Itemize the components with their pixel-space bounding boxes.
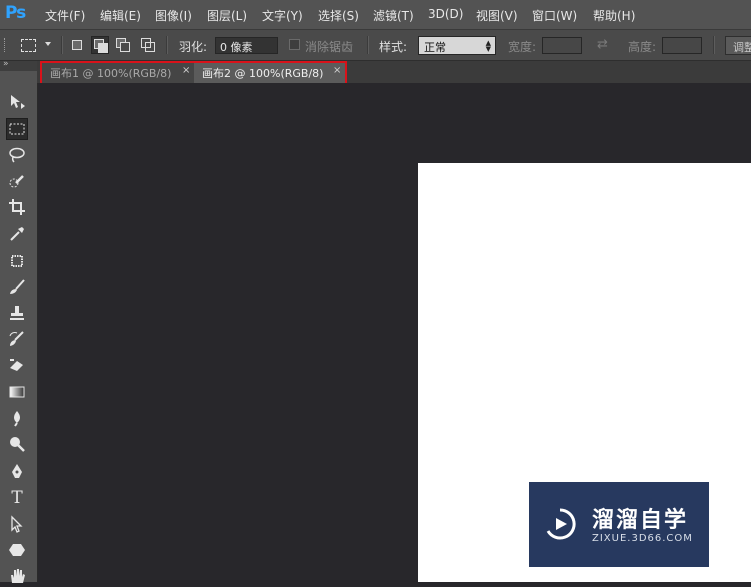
menu-type[interactable]: 文字(Y) bbox=[262, 7, 303, 24]
healing-brush-icon bbox=[11, 255, 23, 267]
divider bbox=[713, 36, 715, 54]
pen-tool[interactable] bbox=[6, 461, 28, 483]
gradient-icon bbox=[9, 386, 25, 398]
eraser-tool[interactable] bbox=[6, 354, 28, 376]
intersect-selection-button[interactable] bbox=[139, 36, 157, 54]
toolbox-header: » bbox=[0, 59, 37, 71]
tool-preset-picker[interactable] bbox=[18, 36, 54, 54]
menu-bar: Ps 文件(F) 编辑(E) 图像(I) 图层(L) 文字(Y) 选择(S) 滤… bbox=[0, 0, 751, 30]
width-label: 宽度: bbox=[508, 40, 537, 54]
refine-edge-button[interactable]: 调整 bbox=[725, 36, 751, 55]
play-logo-icon bbox=[546, 508, 576, 540]
history-brush-tool[interactable] bbox=[6, 328, 28, 350]
type-tool-icon: T bbox=[11, 488, 23, 508]
subtract-from-selection-button[interactable] bbox=[114, 36, 132, 54]
menu-filter[interactable]: 滤镜(T) bbox=[373, 7, 414, 24]
style-select-value: 正常 bbox=[424, 41, 446, 54]
brush-icon bbox=[10, 279, 25, 294]
options-bar: 羽化: 0 像素 消除锯齿 样式: 正常 ▲ ▼ 宽度: ⇄ 高度: 调整 bbox=[0, 30, 751, 61]
history-brush-icon bbox=[9, 331, 24, 346]
clone-stamp-icon bbox=[10, 306, 24, 320]
quick-selection-icon bbox=[9, 175, 24, 188]
type-tool[interactable]: T bbox=[6, 487, 28, 509]
clone-stamp-tool[interactable] bbox=[6, 302, 28, 324]
watermark-title: 溜溜自学 bbox=[592, 508, 689, 533]
menu-image[interactable]: 图像(I) bbox=[155, 7, 192, 24]
tabs-highlight-box bbox=[40, 61, 347, 85]
eyedropper-icon bbox=[10, 227, 24, 241]
quick-selection-tool[interactable] bbox=[6, 171, 28, 193]
crop-tool-icon bbox=[9, 199, 25, 215]
path-selection-icon bbox=[11, 515, 23, 533]
dodge-tool[interactable] bbox=[6, 433, 28, 455]
menu-view[interactable]: 视图(V) bbox=[476, 7, 518, 24]
antialias-checkbox[interactable] bbox=[289, 39, 300, 50]
menu-window[interactable]: 窗口(W) bbox=[532, 7, 577, 24]
rect-marquee-tool-icon bbox=[9, 123, 25, 135]
style-label: 样式: bbox=[379, 40, 408, 54]
crop-tool[interactable] bbox=[6, 196, 28, 218]
select-arrows-icon: ▲ ▼ bbox=[485, 39, 491, 53]
options-grip[interactable] bbox=[4, 38, 7, 52]
style-select[interactable]: 正常 ▲ ▼ bbox=[418, 36, 496, 55]
feather-input[interactable]: 0 像素 bbox=[215, 37, 278, 54]
chevron-down-icon bbox=[45, 42, 51, 46]
gradient-tool[interactable] bbox=[6, 381, 28, 403]
new-selection-icon bbox=[72, 40, 82, 50]
hand-tool[interactable] bbox=[6, 565, 28, 587]
new-selection-button[interactable] bbox=[68, 36, 86, 54]
height-label: 高度: bbox=[628, 40, 657, 54]
feather-label: 羽化: bbox=[179, 40, 208, 54]
menu-edit[interactable]: 编辑(E) bbox=[100, 7, 141, 24]
collapse-icon[interactable]: » bbox=[3, 59, 8, 69]
blur-tool[interactable] bbox=[6, 407, 28, 429]
toolbox: T bbox=[0, 71, 38, 583]
path-selection-tool[interactable] bbox=[6, 513, 28, 535]
move-tool-icon bbox=[11, 95, 25, 109]
blur-icon bbox=[14, 411, 20, 427]
menu-file[interactable]: 文件(F) bbox=[45, 7, 85, 24]
spot-healing-tool[interactable] bbox=[6, 250, 28, 272]
subtract-selection-icon-2 bbox=[120, 42, 130, 52]
divider bbox=[367, 36, 369, 54]
move-tool[interactable] bbox=[6, 91, 28, 113]
add-to-selection-button[interactable] bbox=[91, 36, 109, 54]
brush-tool[interactable] bbox=[6, 276, 28, 298]
watermark: 溜溜自学 ZIXUE.3D66.COM bbox=[529, 482, 709, 567]
pen-icon bbox=[12, 464, 22, 478]
menu-help[interactable]: 帮助(H) bbox=[593, 7, 635, 24]
rect-marquee-icon bbox=[21, 39, 36, 52]
intersect-selection-icon-2 bbox=[145, 42, 155, 52]
menu-3d[interactable]: 3D(D) bbox=[428, 7, 463, 21]
antialias-label: 消除锯齿 bbox=[305, 40, 354, 54]
menu-layer[interactable]: 图层(L) bbox=[207, 7, 247, 24]
rect-marquee-tool[interactable] bbox=[6, 118, 28, 140]
hexagon-icon bbox=[9, 544, 25, 556]
divider bbox=[61, 36, 63, 54]
divider bbox=[166, 36, 168, 54]
dodge-icon bbox=[10, 437, 25, 452]
eyedropper-tool[interactable] bbox=[6, 223, 28, 245]
hand-icon bbox=[11, 569, 25, 583]
app-logo: Ps bbox=[5, 3, 26, 23]
eraser-icon bbox=[10, 359, 23, 371]
lasso-tool[interactable] bbox=[6, 144, 28, 166]
watermark-subtitle: ZIXUE.3D66.COM bbox=[592, 533, 693, 544]
shape-tool[interactable] bbox=[6, 539, 28, 561]
swap-icon[interactable]: ⇄ bbox=[597, 37, 608, 52]
width-input[interactable] bbox=[542, 37, 582, 54]
height-input[interactable] bbox=[662, 37, 702, 54]
menu-select[interactable]: 选择(S) bbox=[318, 7, 359, 24]
add-selection-icon-2 bbox=[98, 43, 108, 53]
lasso-tool-icon bbox=[9, 147, 25, 163]
